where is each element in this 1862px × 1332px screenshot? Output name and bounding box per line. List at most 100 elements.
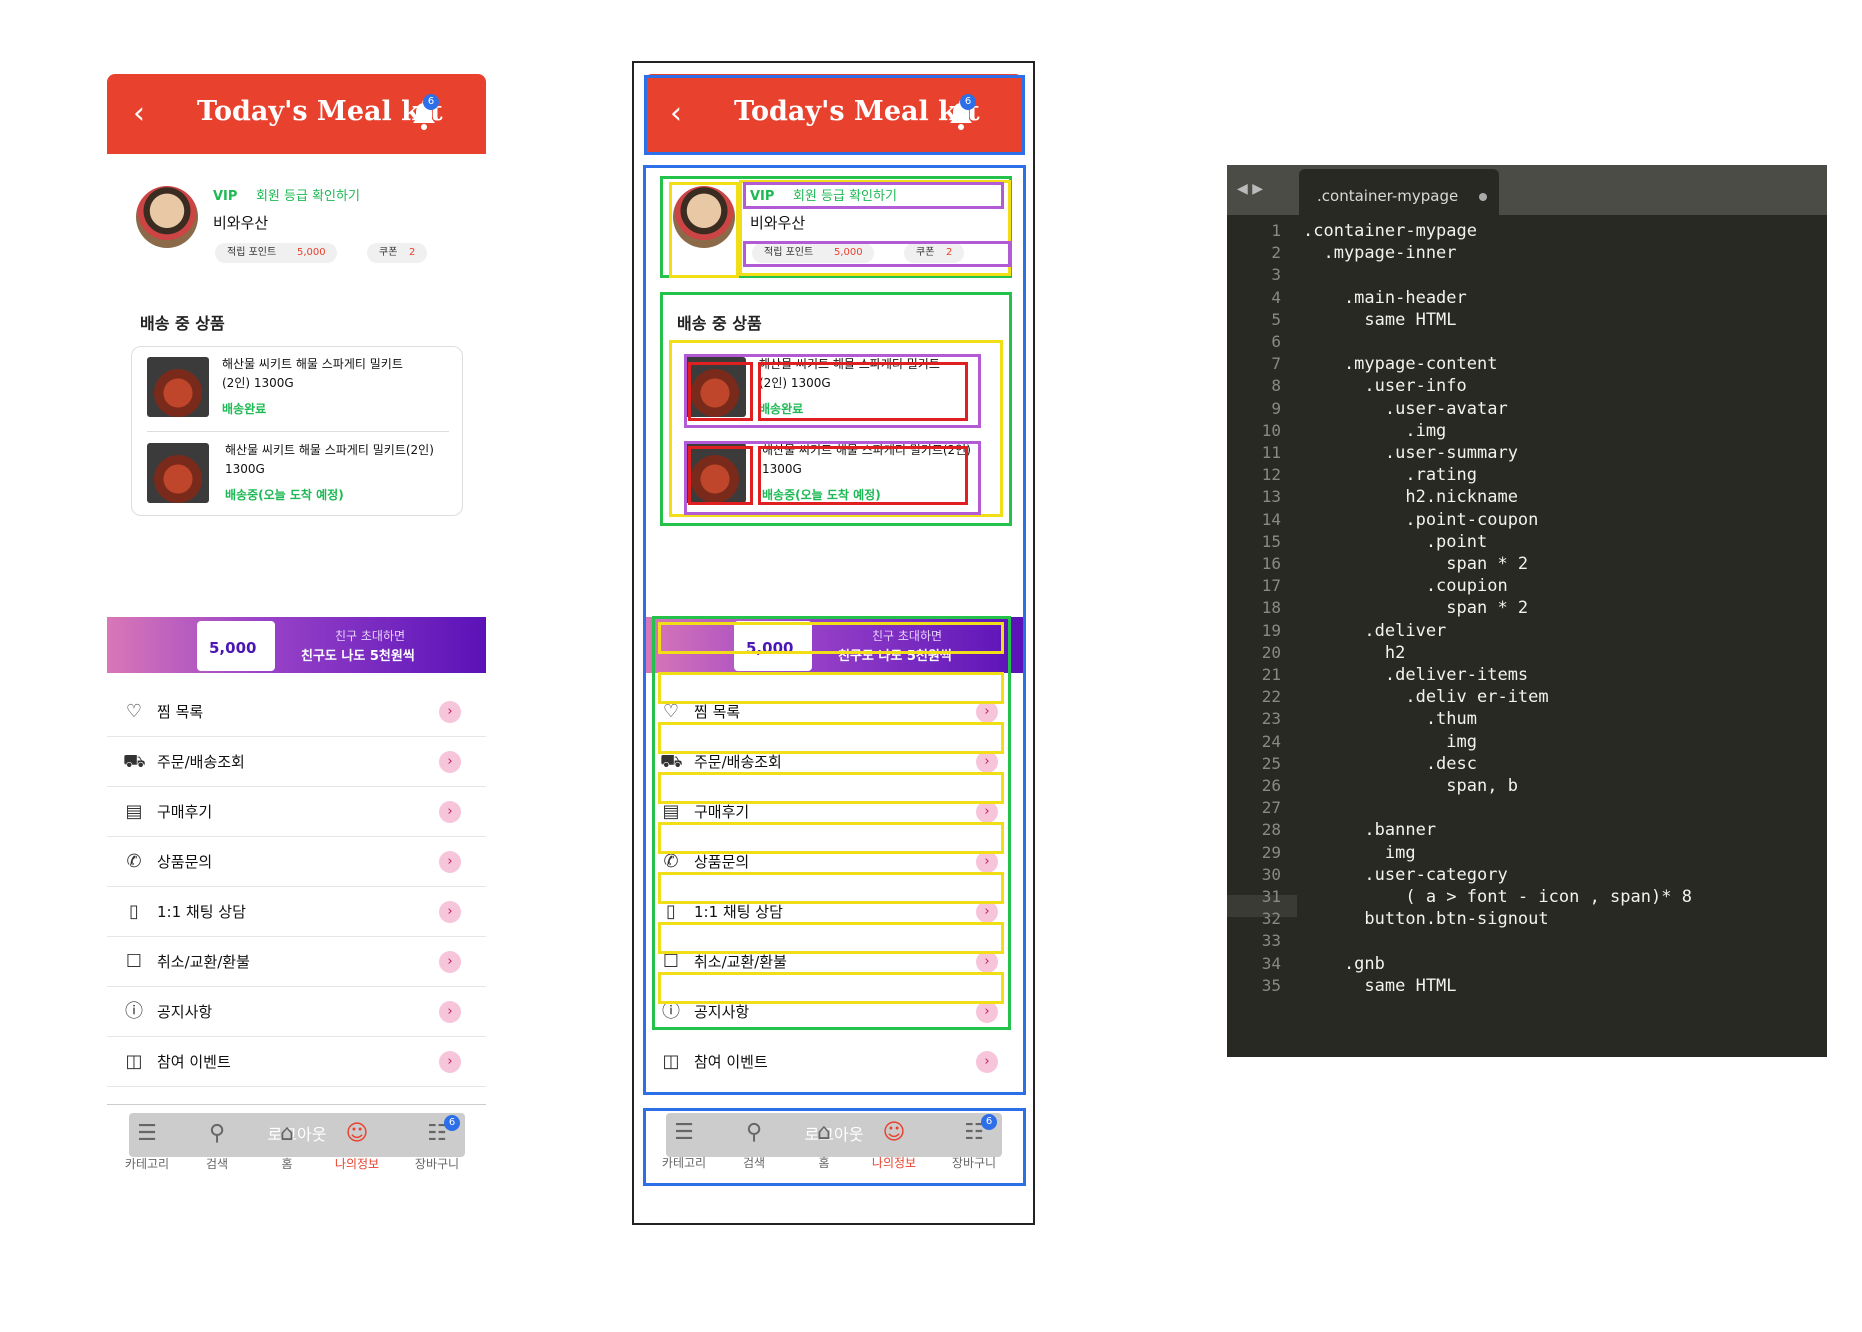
cart-icon: ☷ (964, 1120, 984, 1145)
mobile-chat-icon: ▯ (666, 901, 676, 922)
category-chat[interactable]: ▯ 1:1 채팅 상담 › (644, 887, 1023, 937)
gnb-label: 검색 (205, 1157, 229, 1171)
gnb-myinfo[interactable]: ☺ 나의정보 (322, 1105, 392, 1183)
truck-icon: ⛟ (660, 751, 683, 772)
rating-link[interactable]: 회원 등급 확인하기 (256, 189, 360, 204)
code-line: .desc (1303, 753, 1477, 774)
gnb-label: 홈 (281, 1157, 293, 1171)
code-line: .container-mypage (1303, 221, 1477, 241)
line-number: 20 (1261, 642, 1281, 662)
product-name-line1: 해산물 씨키트 해물 스파게티 밀키트(2인) (762, 443, 971, 457)
code-line: .mypage-inner (1303, 243, 1457, 264)
menu-icon: ☰ (674, 1120, 694, 1145)
product-name: 해산물 씨키트 해물 스파게티 밀키트(2인) 1300G (762, 441, 971, 479)
product-name-line2: (2인) 1300G (759, 376, 831, 390)
line-number: 31 (1261, 887, 1281, 906)
line-number: 11 (1261, 443, 1281, 462)
chevron-right-icon: › (976, 951, 998, 973)
gnb-home[interactable]: ⌂ 홈 (789, 1104, 859, 1182)
bell-icon[interactable]: 6 (411, 94, 439, 130)
notification-badge: 6 (423, 94, 439, 110)
delivery-status: 배송중(오늘 도착 예정) (225, 488, 344, 502)
gnb-search[interactable]: ⚲ 검색 (719, 1104, 789, 1182)
chevron-left-icon[interactable]: ‹ (133, 96, 145, 131)
line-number: 24 (1261, 731, 1281, 751)
chevron-right-icon: › (976, 901, 998, 923)
code-line: h2.nickname (1303, 487, 1518, 508)
line-number: 15 (1261, 531, 1281, 551)
category-reviews[interactable]: ▤ 구매후기 › (644, 787, 1023, 837)
bell-icon[interactable]: 6 (948, 94, 976, 130)
invite-banner[interactable]: 5,000 친구 초대하면 친구도 나도 5천원씩 (644, 617, 1023, 673)
category-events[interactable]: ◫ 참여 이벤트 › (644, 1037, 1023, 1087)
code-line: .rating (1303, 465, 1477, 486)
mypage-annotated: ‹ Today's Meal kit 6 VIP 회원 등급 확인하기 비와우산… (644, 74, 1023, 1184)
gnb-category[interactable]: ☰ 카테고리 (112, 1105, 182, 1183)
product-name: 해산물 씨키트 해물 스파게티 밀키트 (2인) 1300G (222, 355, 403, 393)
line-number: 17 (1261, 576, 1281, 596)
category-inquiry[interactable]: ✆ 상품문의 › (107, 837, 486, 887)
category-events[interactable]: ◫ 참여 이벤트 › (107, 1037, 486, 1087)
point-pill: 적립 포인트 5,000 (215, 243, 337, 263)
home-icon: ⌂ (280, 1121, 294, 1146)
chevron-left-icon[interactable]: ‹ (670, 96, 682, 131)
editor-tab[interactable]: .container-mypage (1299, 169, 1499, 215)
line-number: 19 (1261, 620, 1281, 640)
code-line: .coupion (1303, 576, 1508, 597)
app-title: Today's Meal kit (197, 96, 443, 127)
coupon-value: 2 (409, 247, 416, 258)
main-header: ‹ Today's Meal kit 6 (107, 74, 486, 154)
gnb-cart[interactable]: ☷ 6 장바구니 (402, 1105, 472, 1183)
gnb-myinfo[interactable]: ☺ 나의정보 (859, 1104, 929, 1182)
category-label: 취소/교환/환불 (694, 953, 787, 971)
code-line: .user-summary (1303, 443, 1518, 463)
alert-icon: ⓘ (662, 1001, 680, 1022)
chevron-right-icon: › (439, 701, 461, 723)
line-number: 21 (1261, 665, 1281, 684)
code-line: img (1303, 731, 1477, 752)
category-inquiry[interactable]: ✆ 상품문의 › (644, 837, 1023, 887)
code-line: .user-info (1303, 376, 1467, 397)
category-wishlist[interactable]: ♡ 찜 목록 › (644, 687, 1023, 737)
avatar (136, 186, 198, 248)
category-orders[interactable]: ⛟ 주문/배송조회 › (644, 737, 1023, 787)
deliver-title: 배송 중 상품 (677, 314, 762, 333)
coupon-pill: 쿠폰 2 (904, 243, 964, 263)
point-label: 적립 포인트 (764, 247, 814, 258)
code-line: span, b (1303, 776, 1518, 796)
gnb-cart[interactable]: ☷ 6 장바구니 (939, 1104, 1009, 1182)
chevron-right-icon: › (439, 801, 461, 823)
gnb: ☰ 카테고리 ⚲ 검색 ⌂ 홈 ☺ 나의정보 ☷ 6 장바구니 (107, 1104, 486, 1184)
category-refund[interactable]: ☐ 취소/교환/환불 › (107, 937, 486, 987)
line-number: 33 (1261, 931, 1281, 951)
category-label: 취소/교환/환불 (157, 953, 250, 971)
coupon-ticket: 5,000 (197, 621, 275, 671)
cart-badge: 6 (444, 1115, 460, 1131)
category-chat[interactable]: ▯ 1:1 채팅 상담 › (107, 887, 486, 937)
category-refund[interactable]: ☐ 취소/교환/환불 › (644, 937, 1023, 987)
chevron-right-icon: › (439, 751, 461, 773)
point-value: 5,000 (297, 247, 326, 258)
gnb-home[interactable]: ⌂ 홈 (252, 1105, 322, 1183)
category-notice[interactable]: ⓘ 공지사항 › (644, 987, 1023, 1037)
code-line: span * 2 (1303, 554, 1529, 574)
gnb-search[interactable]: ⚲ 검색 (182, 1105, 252, 1183)
unsaved-dot-icon (1479, 193, 1487, 201)
nav-arrows-icon[interactable]: ◀ ▶ (1237, 181, 1263, 197)
user-icon: ☺ (345, 1121, 369, 1146)
app-title: Today's Meal kit (734, 96, 980, 127)
gnb-category[interactable]: ☰ 카테고리 (649, 1104, 719, 1182)
rating-link[interactable]: 회원 등급 확인하기 (793, 189, 897, 204)
box-icon: ☐ (125, 951, 143, 972)
product-name-line1: 해산물 씨키트 해물 스파게티 밀키트(2인) (225, 443, 434, 457)
category-notice[interactable]: ⓘ 공지사항 › (107, 987, 486, 1037)
invite-banner[interactable]: 5,000 친구 초대하면 친구도 나도 5천원씩 (107, 617, 486, 673)
code-line: img (1303, 842, 1416, 863)
category-wishlist[interactable]: ♡ 찜 목록 › (107, 687, 486, 737)
review-icon: ▤ (662, 801, 680, 822)
line-number: 29 (1261, 842, 1281, 862)
category-orders[interactable]: ⛟ 주문/배송조회 › (107, 737, 486, 787)
code-line: same HTML (1303, 309, 1457, 330)
category-reviews[interactable]: ▤ 구매후기 › (107, 787, 486, 837)
product-thumb (147, 443, 209, 503)
